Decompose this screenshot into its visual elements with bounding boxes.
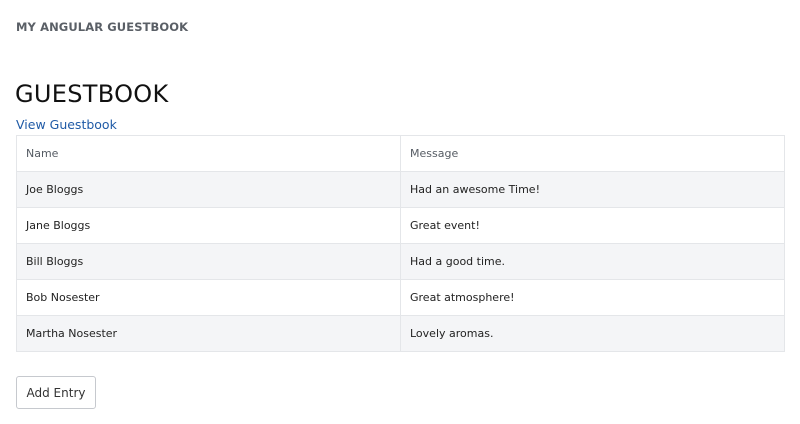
- table-row: Bill Bloggs Had a good time.: [16, 243, 785, 280]
- cell-name: Bill Bloggs: [16, 243, 401, 280]
- cell-message: Had a good time.: [400, 243, 785, 280]
- cell-name: Bob Nosester: [16, 279, 401, 316]
- cell-name: Joe Bloggs: [16, 171, 401, 208]
- table-row: Martha Nosester Lovely aromas.: [16, 315, 785, 352]
- view-guestbook-link[interactable]: View Guestbook: [16, 117, 117, 132]
- cell-message: Great atmosphere!: [400, 279, 785, 316]
- column-header-message: Message: [400, 135, 785, 172]
- cell-name: Jane Bloggs: [16, 207, 401, 244]
- table-row: Jane Bloggs Great event!: [16, 207, 785, 244]
- table-row: Bob Nosester Great atmosphere!: [16, 279, 785, 316]
- cell-name: Martha Nosester: [16, 315, 401, 352]
- cell-message: Lovely aromas.: [400, 315, 785, 352]
- cell-message: Had an awesome Time!: [400, 171, 785, 208]
- guestbook-table: Name Message Joe Bloggs Had an awesome T…: [16, 135, 785, 352]
- table-row: Joe Bloggs Had an awesome Time!: [16, 171, 785, 208]
- column-header-name: Name: [16, 135, 401, 172]
- cell-message: Great event!: [400, 207, 785, 244]
- brand-title: MY ANGULAR GUESTBOOK: [16, 20, 189, 34]
- add-entry-button[interactable]: Add Entry: [16, 376, 96, 409]
- page-title: GUESTBOOK: [15, 80, 169, 108]
- table-header-row: Name Message: [16, 135, 785, 172]
